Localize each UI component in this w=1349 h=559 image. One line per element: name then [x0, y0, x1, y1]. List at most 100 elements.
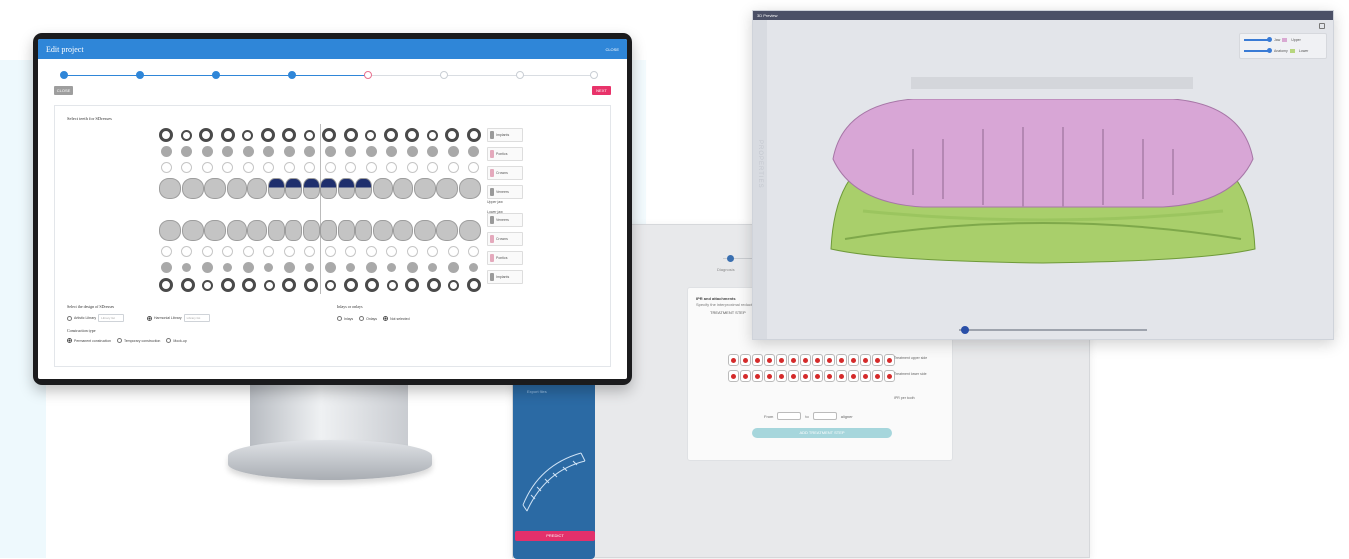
- pontic-toggle-icon[interactable]: [263, 146, 275, 157]
- pontic-toggle-icon[interactable]: [427, 146, 439, 157]
- ipr-tooth-icon[interactable]: [860, 370, 871, 382]
- lower-tooth-icon[interactable]: [436, 220, 459, 241]
- crown-toggle-icon[interactable]: [181, 162, 193, 173]
- crown-toggle-icon[interactable]: [160, 246, 172, 257]
- pontic-toggle-icon[interactable]: [346, 263, 356, 272]
- crown-toggle-icon[interactable]: [324, 246, 336, 257]
- ipr-tooth-icon[interactable]: [788, 354, 799, 366]
- lower-tooth-icon[interactable]: [247, 220, 268, 241]
- pontic-toggle-icon[interactable]: [428, 263, 438, 272]
- crown-toggle-icon[interactable]: [365, 162, 377, 173]
- lower-tooth-icon[interactable]: [159, 220, 181, 241]
- lower-tooth-icon[interactable]: [320, 220, 338, 241]
- lower-tooth-icon[interactable]: [267, 220, 285, 241]
- ipr-tooth-icon[interactable]: [776, 354, 787, 366]
- crown-toggle-icon[interactable]: [406, 246, 418, 257]
- pontic-toggle-icon[interactable]: [324, 262, 336, 273]
- upper-tooth-icon[interactable]: [267, 178, 285, 199]
- step-2-dot[interactable]: [136, 71, 144, 79]
- design-option-harmonial[interactable]: Harmonial Library Library list: [147, 314, 210, 322]
- restoration-type-item[interactable]: Crowns: [487, 232, 523, 246]
- implant-toggle-icon[interactable]: [325, 279, 337, 291]
- ipr-tooth-icon[interactable]: [812, 370, 823, 382]
- pontic-toggle-icon[interactable]: [469, 263, 479, 272]
- implant-toggle-icon[interactable]: [180, 129, 192, 141]
- crown-toggle-icon[interactable]: [201, 162, 213, 173]
- restoration-type-item[interactable]: Crowns: [487, 166, 523, 180]
- implant-toggle-icon[interactable]: [282, 278, 297, 292]
- upper-tooth-icon[interactable]: [355, 178, 373, 199]
- implant-toggle-icon[interactable]: [405, 128, 420, 142]
- pontic-toggle-icon[interactable]: [182, 263, 192, 272]
- pontic-toggle-icon[interactable]: [201, 262, 213, 273]
- upper-tooth-icon[interactable]: [226, 178, 247, 199]
- pontic-toggle-icon[interactable]: [283, 146, 295, 157]
- lower-tooth-icon[interactable]: [372, 220, 393, 241]
- lower-tooth-icon[interactable]: [355, 220, 373, 241]
- to-input[interactable]: [812, 412, 837, 420]
- lower-tooth-icon[interactable]: [181, 220, 204, 241]
- pontic-toggle-icon[interactable]: [222, 146, 234, 157]
- pontic-toggle-icon[interactable]: [386, 146, 398, 157]
- pontic-toggle-icon[interactable]: [406, 262, 418, 273]
- pontic-toggle-icon[interactable]: [223, 263, 233, 272]
- crown-toggle-icon[interactable]: [324, 162, 336, 173]
- ipr-tooth-icon[interactable]: [764, 370, 775, 382]
- upper-tooth-icon[interactable]: [181, 178, 204, 199]
- color-swatch[interactable]: [1282, 38, 1288, 42]
- step-3-dot[interactable]: [212, 71, 220, 79]
- ipr-tooth-icon[interactable]: [812, 354, 823, 366]
- ipr-tooth-icon[interactable]: [824, 354, 835, 366]
- upper-tooth-icon[interactable]: [393, 178, 414, 199]
- lower-tooth-icon[interactable]: [204, 220, 227, 241]
- step-6-dot[interactable]: [440, 71, 448, 79]
- opacity-slider-upper[interactable]: [1244, 37, 1272, 42]
- implant-toggle-icon[interactable]: [282, 128, 297, 142]
- crown-toggle-icon[interactable]: [447, 162, 459, 173]
- implant-toggle-icon[interactable]: [365, 278, 380, 292]
- pontic-toggle-icon[interactable]: [324, 146, 336, 157]
- close-link[interactable]: CLOSE: [605, 47, 619, 52]
- lower-tooth-icon[interactable]: [285, 220, 303, 241]
- restoration-type-item[interactable]: Implants: [487, 128, 523, 142]
- crown-toggle-icon[interactable]: [406, 162, 418, 173]
- construction-options[interactable]: Permanent construction Temporary constru…: [67, 338, 187, 343]
- crown-toggle-icon[interactable]: [304, 162, 316, 173]
- implant-toggle-icon[interactable]: [405, 278, 420, 292]
- implant-toggle-icon[interactable]: [445, 128, 460, 142]
- upper-tooth-icon[interactable]: [458, 178, 481, 199]
- implant-toggle-icon[interactable]: [466, 278, 481, 292]
- lower-tooth-icon[interactable]: [337, 220, 355, 241]
- crown-toggle-icon[interactable]: [468, 246, 480, 257]
- opacity-slider-lower[interactable]: [1244, 48, 1272, 53]
- crown-toggle-icon[interactable]: [222, 246, 234, 257]
- ipr-tooth-icon[interactable]: [788, 370, 799, 382]
- pontic-toggle-icon[interactable]: [160, 262, 172, 273]
- step-1-dot[interactable]: [60, 71, 68, 79]
- crown-toggle-icon[interactable]: [345, 162, 357, 173]
- crown-toggle-icon[interactable]: [447, 246, 459, 257]
- lower-tooth-icon[interactable]: [458, 220, 481, 241]
- implant-toggle-icon[interactable]: [343, 278, 358, 292]
- pontic-toggle-icon[interactable]: [447, 146, 459, 157]
- upper-tooth-icon[interactable]: [204, 178, 227, 199]
- implant-toggle-icon[interactable]: [180, 278, 195, 292]
- ipr-tooth-icon[interactable]: [776, 370, 787, 382]
- close-button[interactable]: CLOSE: [54, 86, 73, 95]
- ipr-tooth-icon[interactable]: [824, 370, 835, 382]
- add-treatment-step-button[interactable]: ADD TREATMENT STEP: [752, 428, 892, 438]
- radio-icon[interactable]: [67, 338, 72, 343]
- pontic-toggle-icon[interactable]: [305, 263, 315, 272]
- restoration-type-item[interactable]: Veneers: [487, 185, 523, 199]
- radio-icon[interactable]: [166, 338, 172, 343]
- pontic-toggle-icon[interactable]: [304, 146, 316, 157]
- implant-toggle-icon[interactable]: [426, 278, 441, 292]
- pontic-toggle-icon[interactable]: [283, 262, 295, 273]
- crown-toggle-icon[interactable]: [427, 246, 439, 257]
- pontic-toggle-icon[interactable]: [345, 146, 357, 157]
- crown-toggle-icon[interactable]: [427, 162, 439, 173]
- upper-tooth-icon[interactable]: [320, 178, 338, 199]
- ipr-tooth-icon[interactable]: [836, 354, 847, 366]
- crown-toggle-icon[interactable]: [386, 246, 398, 257]
- upper-tooth-icon[interactable]: [436, 178, 459, 199]
